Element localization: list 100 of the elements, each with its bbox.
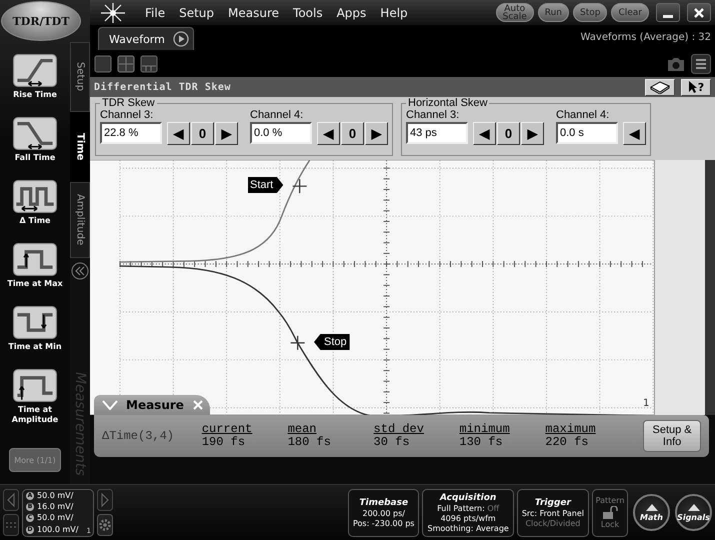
skew-field[interactable]: 0.0 % (250, 122, 312, 144)
measurement-button[interactable]: Time at Amplitude (2, 369, 68, 428)
rise-measure-icon (13, 54, 57, 87)
menu-item[interactable]: File (140, 6, 170, 20)
status-panel-title: Acquisition (440, 492, 496, 504)
measure-column-header: current (202, 423, 254, 436)
status-panel-title: Timebase (359, 496, 408, 509)
side-tab[interactable]: Setup (70, 42, 90, 112)
status-panel[interactable]: Timebase 200.00 ps/ Pos: -230.00 ps (348, 488, 420, 537)
signals-button[interactable]: Signals (675, 494, 712, 532)
cursor-cross[interactable] (292, 178, 308, 194)
skew-step-button[interactable]: ◀ (167, 122, 190, 145)
measure-value: 30 fs (374, 436, 411, 449)
run-control-button[interactable]: Stop (572, 3, 608, 22)
status-panel-title: Trigger (534, 496, 571, 509)
single-layout-icon[interactable] (94, 54, 112, 72)
skew-step-button[interactable]: ▶ (365, 122, 388, 145)
measure-value: 220 fs (545, 436, 590, 449)
tdr-tdt-button[interactable]: TDR/TDT (1, 1, 81, 41)
collapse-icon[interactable] (71, 262, 89, 280)
gear-icon[interactable] (97, 514, 113, 536)
split-layout-icon[interactable] (140, 54, 158, 72)
stop-marker-label[interactable]: Stop (314, 334, 350, 350)
scroll-bar[interactable] (705, 160, 715, 415)
menu-item[interactable]: Help (375, 6, 413, 20)
measurement-button[interactable]: Time at Max (2, 243, 68, 302)
help-button[interactable]: ? (681, 78, 711, 96)
measure-row-label: ΔTime(3,4) (102, 429, 176, 443)
measure-value: 180 fs (288, 436, 332, 449)
pointer-icon (688, 80, 698, 94)
fall-measure-icon (13, 117, 57, 150)
waveform-tab[interactable]: Waveform (98, 27, 194, 50)
skew-field[interactable]: 43 ps (406, 122, 468, 144)
channel-label: Channel 4: (556, 109, 610, 121)
close-icon (693, 6, 705, 18)
status-line: 4096 pts/wfm (440, 514, 496, 524)
side-tab[interactable]: Time (70, 112, 90, 182)
measurement-button[interactable]: Fall Time (2, 117, 68, 176)
skew-step-button[interactable]: ◀ (317, 122, 340, 145)
menu-icon[interactable] (691, 54, 711, 74)
measure-value: 130 fs (459, 436, 504, 449)
channel-label: Channel 3: (406, 109, 460, 121)
group-title: Horizontal Skew (407, 97, 488, 109)
grid-icon[interactable] (3, 514, 19, 536)
channel-scale: 100.0 mV/ (37, 524, 78, 535)
quad-layout-icon[interactable] (117, 54, 135, 72)
skew-field[interactable]: 0.0 s (556, 122, 618, 144)
menu-item[interactable]: Measure (223, 6, 284, 20)
measurement-button[interactable]: Δ Time (2, 180, 68, 239)
manual-button[interactable] (645, 78, 675, 96)
skew-step-button[interactable]: 0 (341, 122, 364, 145)
cursor-cross[interactable] (290, 335, 306, 350)
skew-step-button[interactable]: 0 (497, 122, 520, 145)
close-icon[interactable] (192, 399, 204, 411)
setup-info-button[interactable]: Setup & Info (643, 420, 702, 452)
next-icon[interactable] (97, 489, 113, 512)
minimize-icon (663, 15, 673, 18)
previous-icon[interactable] (3, 489, 19, 512)
max-measure-icon (13, 243, 57, 276)
menu-item[interactable]: Tools (288, 6, 328, 20)
skew-step-button[interactable]: ▶ (215, 122, 238, 145)
up-triangle-icon (688, 504, 700, 511)
waveform-count: Waveforms (Average) : 32 (580, 32, 711, 43)
skew-step-button[interactable]: ◀ (623, 122, 646, 145)
run-control-button[interactable]: Clear (611, 3, 649, 22)
camera-icon[interactable] (666, 56, 686, 72)
trace-end-label: 1 (643, 398, 650, 409)
group-title: TDR Skew (101, 97, 156, 109)
math-button[interactable]: Math (633, 494, 670, 532)
run-control-button[interactable]: Auto Scale (496, 3, 534, 22)
run-control-button[interactable]: Run (538, 3, 569, 22)
status-line: Pos: -230.00 ps (352, 518, 414, 529)
amplitude-measure-icon (13, 369, 57, 402)
skew-field[interactable]: 22.8 % (100, 122, 162, 144)
delta-measure-icon (13, 180, 57, 213)
up-triangle-icon (646, 504, 658, 511)
minimize-button[interactable] (656, 3, 680, 22)
measurement-button[interactable]: Rise Time (2, 54, 68, 113)
measure-column-header: std dev (374, 423, 425, 436)
measure-tab[interactable]: Measure (94, 395, 210, 415)
channel-label: Channel 4: (250, 109, 304, 121)
measure-column-header: maximum (545, 423, 597, 436)
skew-step-button[interactable]: 0 (191, 122, 214, 145)
channel-label: Channel 3: (100, 109, 154, 121)
dialog-title: Differential TDR Skew (94, 82, 231, 92)
sparkle-logo-icon (98, 0, 128, 24)
start-marker-label[interactable]: Start (248, 177, 284, 193)
lock-icon (602, 506, 618, 520)
side-tab[interactable]: Amplitude (70, 182, 90, 258)
menu-item[interactable]: Apps (332, 6, 372, 20)
close-button[interactable] (687, 3, 711, 22)
play-icon (172, 31, 189, 47)
status-line: 200.00 ps/ (362, 508, 405, 519)
status-line: Smoothing: Average (427, 524, 509, 534)
measurement-button[interactable]: Time at Min (2, 306, 68, 365)
skew-step-button[interactable]: ◀ (473, 122, 496, 145)
menu-item[interactable]: Setup (174, 6, 220, 20)
channel-scale: 50.0 mV/ (37, 513, 74, 524)
status-line: Src: Front Panel (522, 508, 584, 519)
skew-step-button[interactable]: ▶ (521, 122, 544, 145)
